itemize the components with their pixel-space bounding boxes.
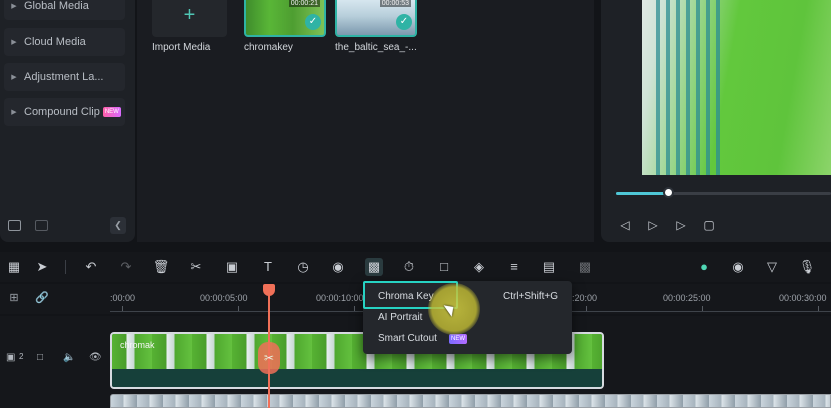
crop-icon[interactable]: ▣: [223, 258, 241, 276]
chevron-right-icon: ▶: [11, 109, 17, 116]
new-badge: NEW: [449, 334, 467, 344]
video-track-icon: ▣: [6, 352, 16, 363]
ai-assistant-icon[interactable]: ●: [695, 258, 713, 276]
speaker-icon[interactable]: 🔈: [63, 352, 75, 363]
select-cursor-icon[interactable]: ➤: [33, 258, 51, 276]
sidebar-footer: ❮: [0, 212, 135, 240]
delete-icon[interactable]: 🗑: [152, 258, 170, 276]
railing: [676, 0, 680, 175]
preview-progress: [616, 192, 668, 195]
railing: [716, 0, 720, 175]
chevron-right-icon: ▶: [11, 74, 17, 81]
scissors-icon[interactable]: ✂: [187, 258, 205, 276]
ruler-tick: [238, 306, 239, 311]
track-header: ▣ 2 □ 🔈 👁: [0, 332, 108, 392]
sidebar-item-compound-clip[interactable]: ▶ Compound Clip NEW: [4, 98, 125, 126]
ruler-label: 00:00:30:00: [779, 293, 827, 303]
preview-panel: ◁ ▷ ▷ ▢: [601, 0, 831, 242]
shortcut-label: Ctrl+Shift+G: [502, 291, 558, 302]
media-thumb-chromakey[interactable]: 00:00:21 ✓: [244, 0, 326, 37]
ruler-tick: [818, 306, 819, 311]
railing: [706, 0, 710, 175]
sidebar-item-global-media[interactable]: ▶ Global Media: [4, 0, 125, 20]
import-media-label: Import Media: [152, 42, 211, 53]
timer-icon[interactable]: ⏱: [400, 258, 418, 276]
link-icon[interactable]: 🔗: [34, 290, 50, 306]
text-icon[interactable]: T: [259, 258, 277, 276]
play-icon[interactable]: ▷: [674, 218, 688, 232]
sidebar-item-label: Cloud Media: [24, 36, 86, 48]
redo-icon[interactable]: ↷: [117, 258, 135, 276]
media-sidebar: ▶ Global Media ▶ Cloud Media ▶ Adjustmen…: [0, 0, 135, 242]
layout-grid-icon[interactable]: ▦: [5, 258, 23, 276]
media-thumb-baltic-sea[interactable]: 00:00:53 ✓: [335, 0, 417, 37]
scrubber-handle[interactable]: [662, 187, 674, 198]
chevron-right-icon: ▶: [11, 3, 17, 10]
ruler-tick: [354, 306, 355, 311]
media-library: + Import Media 00:00:21 ✓ chromakey 00:0…: [137, 0, 594, 242]
folder-icon[interactable]: [35, 220, 48, 231]
toolbar-divider: [65, 260, 66, 274]
clip-name: chromak: [120, 340, 155, 350]
fit-frame-icon[interactable]: □: [435, 258, 453, 276]
menu-item-smart-cutout[interactable]: Smart Cutout: [378, 333, 437, 344]
marker-icon[interactable]: ▽: [763, 258, 781, 276]
railing: [656, 0, 660, 175]
sidebar-item-cloud-media[interactable]: ▶ Cloud Media: [4, 28, 125, 56]
undo-icon[interactable]: ↶: [82, 258, 100, 276]
new-badge: NEW: [102, 107, 121, 117]
ruler-tick: [122, 306, 123, 311]
preview-video: [642, 0, 831, 175]
split-screen-icon[interactable]: ▩: [576, 258, 594, 276]
next-frame-icon[interactable]: ▷: [646, 218, 660, 232]
ai-tools-icon[interactable]: ▩: [365, 258, 383, 276]
folder-icon[interactable]: □: [37, 352, 43, 363]
check-icon: ✓: [396, 14, 412, 30]
video-clip-baltic-sea[interactable]: [110, 394, 831, 408]
new-folder-icon[interactable]: [8, 220, 21, 231]
render-icon[interactable]: ◉: [729, 258, 747, 276]
duration-label: 00:00:21: [288, 0, 320, 7]
microphone-icon[interactable]: 🎙: [798, 258, 816, 276]
split-scissors-icon[interactable]: ✂: [258, 342, 280, 374]
media-name: chromakey: [244, 42, 293, 53]
sidebar-item-label: Compound Clip: [24, 106, 100, 118]
color-palette-icon[interactable]: ◉: [329, 258, 347, 276]
track-number: 2: [19, 352, 24, 361]
collapse-icon[interactable]: ❮: [110, 217, 126, 234]
duration-label: 00:00:53: [379, 0, 411, 7]
ruler-label: :20:00: [572, 293, 598, 303]
timeline-toolbar: ▦ ➤ ↶ ↷ 🗑 ✂ ▣ T ◷ ◉ ▩ ⏱ □ ◈ ≡ ▤ ▩ ● ◉ ▽ …: [0, 252, 831, 282]
chevron-right-icon: ▶: [11, 39, 17, 46]
add-track-icon[interactable]: ⊞: [6, 290, 22, 306]
railing: [696, 0, 700, 175]
sidebar-item-label: Global Media: [24, 0, 89, 12]
sidebar-item-label: Adjustment La...: [24, 71, 104, 83]
speed-icon[interactable]: ◷: [294, 258, 312, 276]
ruler-label: 00:00:25:00: [663, 293, 711, 303]
eye-icon[interactable]: 👁: [89, 352, 102, 363]
menu-item-ai-portrait[interactable]: AI Portrait: [378, 312, 422, 323]
ruler-label: 00:00:05:00: [200, 293, 248, 303]
sidebar-item-adjustment-layer[interactable]: ▶ Adjustment La...: [4, 63, 125, 91]
check-icon: ✓: [305, 14, 321, 30]
media-name: the_baltic_sea_-...: [335, 42, 417, 53]
menu-item-label: Chroma Key: [378, 291, 434, 302]
ruler-tick: [586, 306, 587, 311]
railing: [686, 0, 690, 175]
keyframe-icon[interactable]: ◈: [470, 258, 488, 276]
subtitle-icon[interactable]: ▤: [540, 258, 558, 276]
ruler-label: :00:00: [110, 293, 136, 303]
adjust-sliders-icon[interactable]: ≡: [505, 258, 523, 276]
ruler-tick: [702, 306, 703, 311]
playhead-handle[interactable]: [263, 284, 275, 296]
plus-icon: +: [183, 4, 196, 26]
railing: [666, 0, 670, 175]
previous-frame-icon[interactable]: ◁: [618, 218, 632, 232]
stop-icon[interactable]: ▢: [702, 218, 716, 232]
ruler-label: 00:00:10:00: [316, 293, 364, 303]
import-media-button[interactable]: +: [152, 0, 227, 37]
clip-audio-waveform: [112, 369, 602, 387]
